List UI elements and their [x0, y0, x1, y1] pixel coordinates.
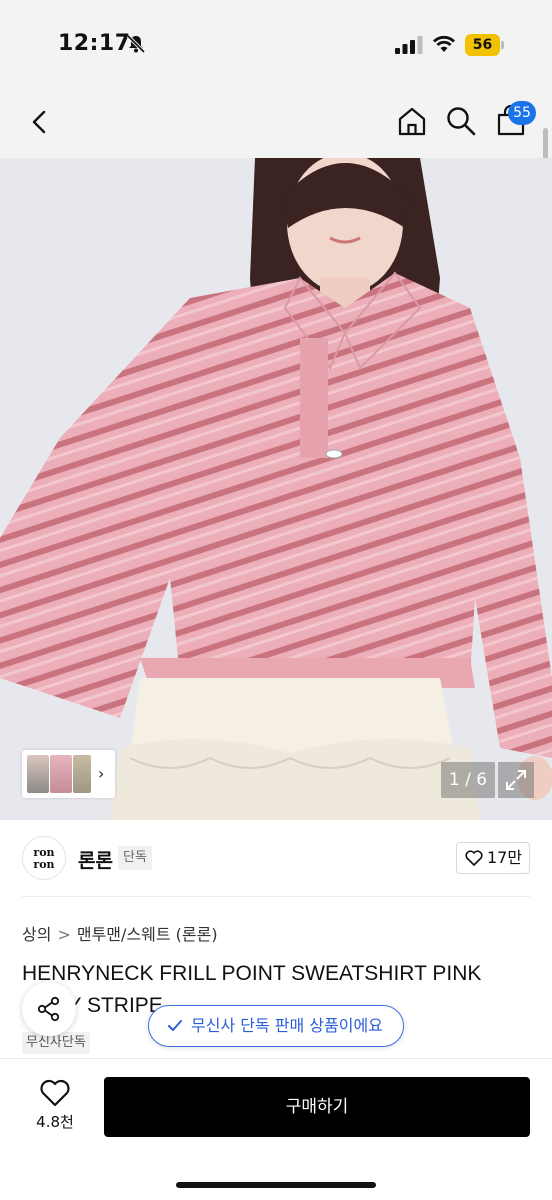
breadcrumb: 상의 > 맨투맨/스웨트 (론론) — [22, 921, 218, 945]
back-chevron-icon[interactable] — [24, 106, 56, 138]
status-time: 12:17 — [58, 31, 131, 56]
home-indicator[interactable] — [176, 1182, 376, 1188]
status-bar: 12:17 56 — [0, 0, 552, 90]
buy-button[interactable]: 구매하기 — [104, 1077, 530, 1137]
product-photo — [0, 158, 552, 820]
image-counter: 1 / 6 — [441, 762, 495, 798]
expand-icon[interactable] — [498, 762, 534, 798]
thumbnail-image[interactable] — [27, 755, 49, 793]
breadcrumb-subcategory[interactable]: 맨투맨/스웨트 (론론) — [77, 925, 218, 944]
share-button[interactable] — [22, 982, 76, 1036]
brand-exclusive-tag: 단독 — [118, 846, 152, 870]
wishlist-count: 4.8천 — [36, 1113, 74, 1131]
cellular-signal-icon — [395, 36, 423, 54]
brand-like-count: 17만 — [487, 848, 523, 867]
exclusive-toast: 무신사 단독 판매 상품이에요 — [148, 1005, 404, 1047]
brand-logo-text: ron ron — [33, 846, 55, 871]
thumbnail-image[interactable] — [73, 755, 91, 793]
breadcrumb-separator: > — [57, 925, 71, 944]
top-nav-bar — [0, 90, 552, 158]
battery-tip — [501, 41, 504, 49]
battery-level: 56 — [465, 34, 500, 56]
wishlist-button[interactable]: 4.8천 — [22, 1077, 88, 1137]
search-icon[interactable] — [444, 104, 478, 138]
musinsa-exclusive-tag: 무신사단독 — [22, 1032, 90, 1054]
wifi-icon — [433, 35, 455, 52]
share-icon — [37, 996, 60, 1022]
brand-like-button[interactable]: 17만 — [456, 842, 530, 874]
brand-name[interactable]: 론론 — [78, 846, 113, 873]
home-icon[interactable] — [395, 104, 429, 138]
breadcrumb-category[interactable]: 상의 — [22, 925, 51, 944]
thumbnail-strip[interactable]: › — [22, 750, 115, 798]
bell-slash-icon — [126, 34, 146, 54]
product-image-carousel[interactable] — [0, 158, 552, 820]
heart-icon — [40, 1079, 70, 1107]
battery-icon: 56 — [465, 34, 505, 56]
divider — [22, 896, 530, 897]
check-icon — [168, 1020, 182, 1031]
thumbnail-image[interactable] — [50, 755, 72, 793]
toast-text: 무신사 단독 판매 상품이에요 — [191, 1016, 383, 1035]
cart-count-badge[interactable]: 55 — [508, 101, 536, 125]
thumbnail-next-icon[interactable]: › — [98, 764, 104, 783]
heart-icon — [465, 850, 483, 866]
bottom-action-bar: 4.8천 구매하기 — [0, 1058, 552, 1200]
brand-logo[interactable]: ron ron — [22, 836, 66, 880]
